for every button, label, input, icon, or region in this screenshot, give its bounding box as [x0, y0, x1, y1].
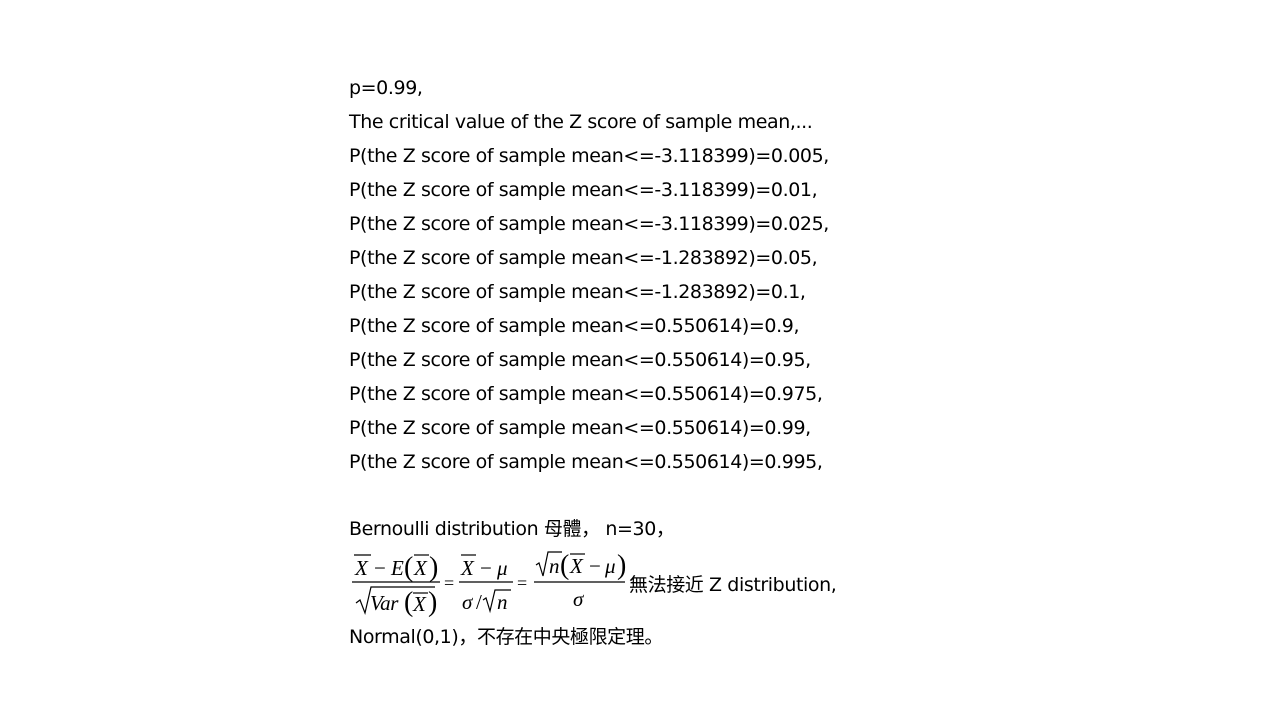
probability-line: P(the Z score of sample mean<=-1.283892)…	[349, 247, 818, 269]
frac1-den-xbar: X	[412, 592, 427, 616]
frac3-num-lparen: (	[560, 550, 569, 581]
final-line: Normal(0,1)，不存在中央極限定理。	[349, 626, 663, 648]
frac1-num-xbar: X	[354, 556, 369, 580]
frac1-num-minus: −	[374, 556, 385, 580]
frac1-num-lparen: (	[404, 552, 413, 583]
frac3-num-xbar: X	[569, 554, 584, 578]
bernoulli-line: Bernoulli distribution 母體， n=30，	[349, 518, 675, 540]
z-score-formula: X − E ( X ) Var ( X ) = X − μ σ / n = n …	[352, 550, 626, 618]
equals-sign-1: =	[444, 573, 454, 593]
text-line-p: p=0.99,	[349, 77, 423, 99]
frac1-den-lparen: (	[404, 587, 413, 618]
formula-tail-text: 無法接近 Z distribution,	[629, 573, 837, 596]
frac2-num-xbar: X	[460, 556, 475, 580]
blank-spacer	[349, 479, 1249, 512]
frac2-num-minus: −	[480, 556, 491, 580]
frac1-den-var: Var	[370, 591, 399, 615]
probability-line: P(the Z score of sample mean<=0.550614)=…	[349, 451, 823, 473]
probability-line: P(the Z score of sample mean<=-1.283892)…	[349, 281, 806, 303]
probability-line: P(the Z score of sample mean<=0.550614)=…	[349, 349, 811, 371]
text-line-critical-value: The critical value of the Z score of sam…	[349, 111, 813, 133]
frac1-num-xbar2: X	[413, 556, 428, 580]
probability-line: P(the Z score of sample mean<=0.550614)=…	[349, 315, 800, 337]
probability-line: P(the Z score of sample mean<=-3.118399)…	[349, 213, 829, 235]
probability-line: P(the Z score of sample mean<=-3.118399)…	[349, 179, 818, 201]
formula-row: X − E ( X ) Var ( X ) = X − μ σ / n = n …	[349, 546, 1249, 620]
frac2-den-n: n	[497, 590, 507, 614]
frac3-num-mu: μ	[604, 554, 615, 578]
frac3-num-rparen: )	[617, 550, 626, 581]
frac3-num-minus: −	[589, 554, 600, 578]
frac1-den-rparen: )	[428, 587, 437, 618]
probability-line: P(the Z score of sample mean<=-3.118399)…	[349, 145, 829, 167]
frac2-num-mu: μ	[496, 556, 507, 580]
probability-line: P(the Z score of sample mean<=0.550614)=…	[349, 417, 811, 439]
frac1-num-e: E	[390, 556, 404, 580]
frac2-den-slash: /	[476, 590, 482, 614]
frac3-den-sigma: σ	[573, 587, 585, 611]
frac3-num-n: n	[549, 554, 559, 578]
frac2-den-sigma: σ	[462, 590, 474, 614]
probability-line: P(the Z score of sample mean<=0.550614)=…	[349, 383, 823, 405]
slide-content: p=0.99, The critical value of the Z scor…	[349, 71, 1249, 654]
slide: p=0.99, The critical value of the Z scor…	[0, 0, 1280, 720]
equals-sign-2: =	[517, 573, 527, 593]
frac1-num-rparen: )	[429, 552, 438, 583]
